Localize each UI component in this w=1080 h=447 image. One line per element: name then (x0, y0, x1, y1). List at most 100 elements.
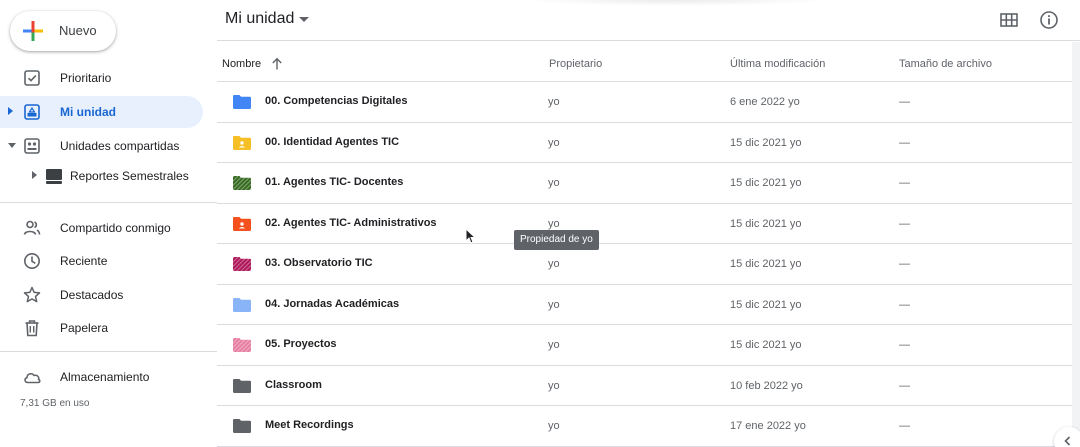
file-owner: yo (548, 96, 560, 108)
sidebar-item-label: Destacados (60, 288, 124, 302)
trash-icon (25, 320, 39, 337)
file-modified-date: 15 dic 2021 yo (730, 217, 802, 230)
file-row[interactable]: Classroom yo 10 feb 2022 yo — (217, 366, 1072, 406)
file-row[interactable]: Meet Recordings yo 17 ene 2022 yo — (217, 406, 1072, 447)
file-owner: yo (548, 258, 560, 270)
vertical-scrollbar[interactable] (1072, 42, 1080, 447)
sidebar-item-label: Mi unidad (60, 105, 116, 119)
sidebar-item-shared-drives[interactable]: Unidades compartidas (0, 130, 203, 162)
file-owner: yo (548, 298, 560, 311)
sidebar-item-storage[interactable]: Almacenamiento (0, 361, 203, 393)
file-row[interactable]: 01. Agentes TIC- Docentes yo 15 dic 2021 y… (217, 163, 1072, 204)
file-modified-date: 10 feb 2022 yo (730, 379, 803, 392)
file-modified-date: 15 dic 2021 yo (730, 177, 802, 189)
folder-icon (233, 419, 251, 433)
new-button[interactable]: Nuevo (10, 11, 116, 51)
top-shadow (520, 0, 830, 6)
mouse-cursor-icon (465, 228, 476, 244)
sidebar-divider (0, 202, 217, 203)
file-size: — (899, 379, 910, 392)
storage-usage-text: 7,31 GB en uso (20, 398, 90, 409)
file-rows: 00. Competencias Digitales yo 6 ene 2022 y… (217, 82, 1072, 447)
sidebar-item-label: Compartido conmigo (60, 221, 171, 235)
side-panel-toggle-button[interactable] (1054, 427, 1080, 447)
file-name: 05. Proyectos (265, 338, 337, 350)
file-owner: yo (548, 136, 560, 149)
file-name: Meet Recordings (265, 419, 354, 431)
file-row[interactable]: 02. Agentes TIC- Administrativos yo 15 dic… (217, 204, 1072, 244)
file-row[interactable]: 04. Jornadas Académicas yo 15 dic 2021 yo — (217, 285, 1072, 325)
folder-icon (233, 176, 251, 190)
file-size: — (899, 177, 910, 189)
folder-icon (233, 257, 251, 271)
file-size: — (899, 96, 910, 108)
file-size: — (899, 298, 910, 311)
sidebar-item-label: Almacenamiento (60, 370, 150, 384)
column-header-owner[interactable]: Propietario (549, 58, 602, 70)
star-icon (23, 286, 41, 303)
collapse-arrow-icon[interactable] (8, 143, 16, 148)
file-row[interactable]: 05. Proyectos yo 15 dic 2021 yo — (217, 325, 1072, 366)
expand-arrow-icon[interactable] (32, 171, 37, 179)
plus-icon (23, 21, 43, 41)
sidebar-divider (0, 351, 217, 352)
shared-drive-folder-icon (46, 169, 62, 184)
file-name: 03. Observatorio TIC (265, 257, 373, 269)
sidebar-item-trash[interactable]: Papelera (0, 312, 203, 344)
sidebar-item-recent[interactable]: Reciente (0, 245, 203, 277)
file-size: — (899, 420, 910, 432)
file-modified-date: 15 dic 2021 yo (730, 136, 802, 149)
sidebar-item-label: Unidades compartidas (60, 139, 180, 153)
file-owner: yo (548, 379, 560, 392)
file-row[interactable]: 00. Competencias Digitales yo 6 ene 2022 y… (217, 82, 1072, 123)
folder-icon (233, 297, 251, 312)
shared-with-me-icon (23, 220, 41, 235)
page-title[interactable]: Mi unidad (225, 10, 294, 28)
file-name: 04. Jornadas Académicas (265, 297, 400, 310)
title-dropdown-icon[interactable] (299, 17, 309, 22)
owner-tooltip: Propiedad de yo (514, 230, 599, 250)
grid-view-icon[interactable] (999, 10, 1019, 30)
shared-folder-icon (233, 216, 251, 231)
file-name: 00. Competencias Digitales (265, 95, 408, 107)
file-modified-date: 15 dic 2021 yo (730, 258, 802, 270)
sidebar-item-starred[interactable]: Destacados (0, 279, 203, 311)
sidebar-item-my-drive[interactable]: Mi unidad (0, 96, 203, 128)
file-owner: yo (548, 217, 560, 230)
sidebar-item-label: Prioritario (60, 71, 112, 85)
sidebar-item-shared-with-me[interactable]: Compartido conmigo (0, 212, 203, 244)
clock-icon (24, 253, 40, 269)
file-size: — (899, 217, 910, 230)
expand-arrow-icon[interactable] (8, 107, 13, 115)
folder-icon (233, 338, 251, 352)
file-owner: yo (548, 339, 560, 351)
drive-app: Nuevo Prioritario Mi unidad Unidades com… (0, 0, 1080, 447)
file-size: — (899, 258, 910, 270)
sidebar-item-label: Reportes Semestrales (70, 169, 189, 183)
file-name: 01. Agentes TIC- Docentes (265, 176, 404, 188)
file-owner: yo (548, 420, 560, 432)
column-header-name[interactable]: Nombre (222, 58, 261, 70)
file-row[interactable]: 03. Observatorio TIC yo 15 dic 2021 yo — (217, 244, 1072, 285)
file-modified-date: 6 ene 2022 yo (730, 96, 800, 108)
column-header-size[interactable]: Tamaño de archivo (899, 58, 992, 70)
column-header-modified[interactable]: Última modificación (730, 58, 825, 70)
sidebar-item-label: Reciente (60, 254, 108, 268)
file-size: — (899, 136, 910, 149)
column-header-row: Nombre Propietario Última modificación T… (217, 41, 1072, 82)
sort-ascending-icon[interactable] (270, 57, 284, 71)
folder-icon (233, 378, 251, 393)
cloud-icon (24, 373, 41, 384)
file-row[interactable]: 00. Identidad Agentes TIC yo 15 dic 2021 y… (217, 123, 1072, 163)
header: Mi unidad (217, 0, 1080, 41)
file-list: Nombre Propietario Última modificación T… (217, 41, 1072, 447)
sidebar-item-reportes-semestrales[interactable]: Reportes Semestrales (0, 160, 203, 192)
file-name: 00. Identidad Agentes TIC (265, 135, 400, 148)
info-icon[interactable] (1039, 10, 1059, 30)
sidebar-item-priority[interactable]: Prioritario (0, 62, 203, 94)
file-modified-date: 15 dic 2021 yo (730, 339, 802, 351)
file-modified-date: 17 ene 2022 yo (730, 420, 806, 432)
new-button-label: Nuevo (59, 23, 97, 38)
sidebar: Nuevo Prioritario Mi unidad Unidades com… (0, 0, 217, 447)
chevron-left-icon (1064, 436, 1071, 446)
